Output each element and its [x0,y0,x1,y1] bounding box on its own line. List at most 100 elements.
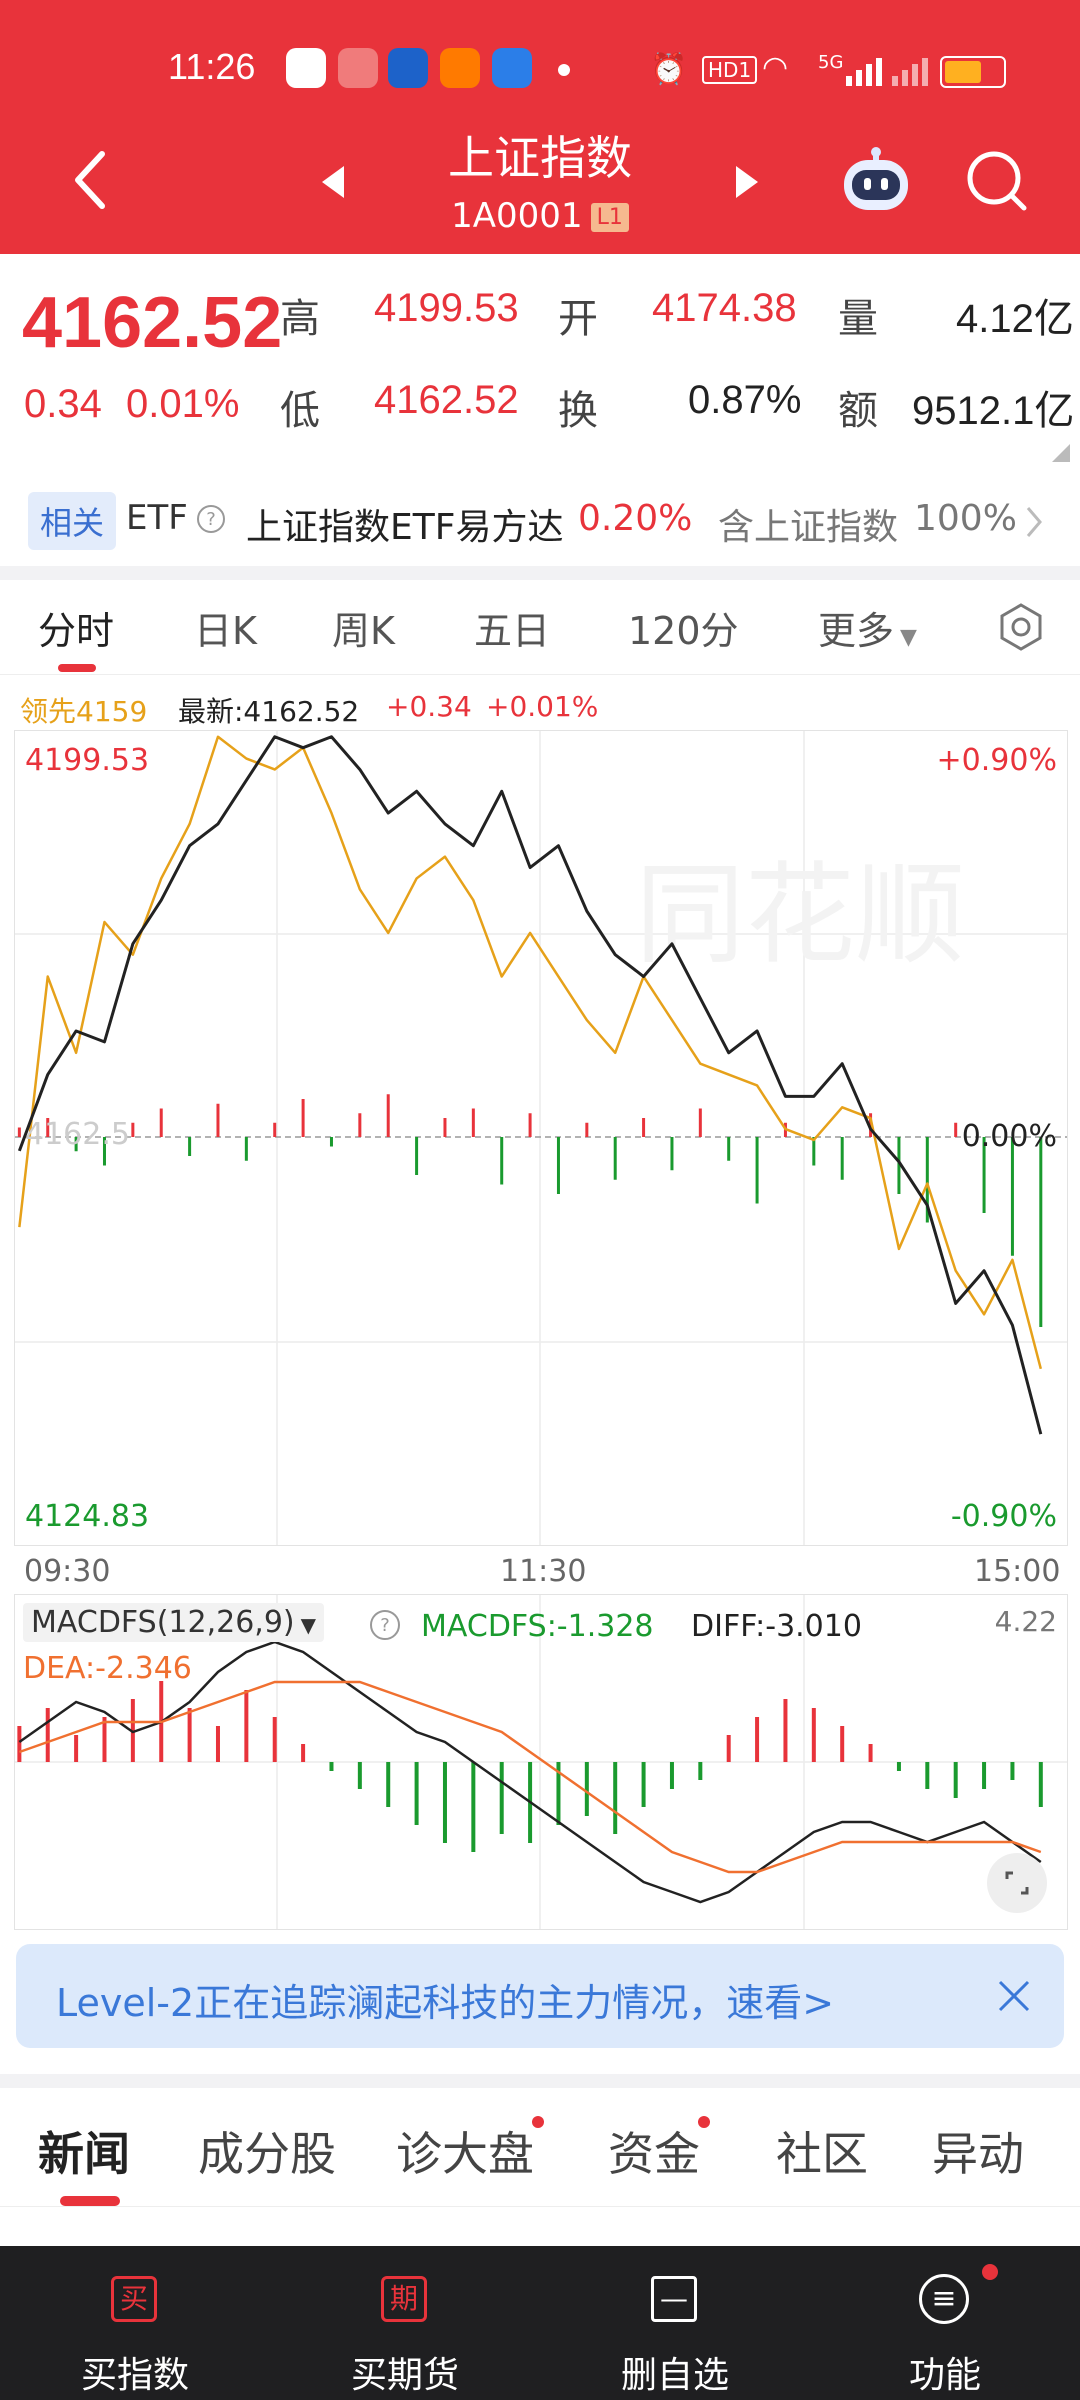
etf-label: ETF [126,498,188,538]
x-axis-label-close: 15:00 [974,1554,1061,1589]
tab-daily-k[interactable]: 日K [194,600,257,655]
volume-bar [415,1137,419,1175]
buy-futures-button[interactable]: 期 买期货 [270,2246,540,2400]
low-label: 低 [280,388,320,434]
pct-axis-mid-label: 0.00% [961,1119,1057,1154]
macd-bar [1038,1762,1043,1807]
tab-market-diagnosis[interactable]: 诊大盘 [396,2118,534,2184]
svg-text:?: ? [380,1615,390,1636]
macd-max-label: 4.22 [994,1605,1057,1638]
divider [0,2206,1080,2207]
notification-dot [558,64,570,76]
macd-bar [17,1726,22,1762]
status-time: 11:26 [168,46,256,87]
robot-assistant-icon[interactable] [838,142,914,218]
app-icon [388,48,428,88]
fullscreen-icon[interactable] [987,1853,1047,1913]
app-header: 11:26 ⏰ HD1 ◠ 5G 上证指数 1A0001 L1 [0,0,1080,254]
volume-bar [755,1137,759,1204]
intraday-chart[interactable]: 同花顺 4199.53 4162.5 4124.83 +0.90% 0.00% … [14,730,1068,1546]
macd-bar [471,1762,476,1852]
tab-movements[interactable]: 异动 [932,2118,1024,2184]
dea-value: DEA:-2.346 [23,1651,192,1686]
chevron-right-icon[interactable] [1024,504,1044,540]
bottom-nav: 买 买指数 期 买期货 — 删自选 ≡ 功能 [0,2246,1080,2400]
tab-community[interactable]: 社区 [776,2118,868,2184]
macd-bar [244,1690,249,1762]
related-etf-bar[interactable]: 相关 ETF ? 上证指数ETF易方达 0.20% 含上证指数 100% [0,474,1080,570]
signal-icon [846,56,882,86]
y-axis-top-label: 4199.53 [25,743,150,778]
pct-axis-top-label: +0.90% [936,743,1057,778]
volume-bar [812,1137,816,1166]
tab-active-indicator [58,664,96,672]
divider [0,2074,1080,2088]
volume-value: 4.12亿 [956,297,1074,341]
latest-value: 最新:4162.52 [178,695,360,728]
divider [0,566,1080,580]
functions-label: 功能 [908,2355,981,2396]
next-index-icon[interactable] [732,164,762,200]
alarm-icon: ⏰ [650,52,688,87]
badge-dot [698,2116,710,2128]
tab-funds[interactable]: 资金 [608,2118,700,2184]
buy-futures-label: 买期货 [350,2355,459,2396]
close-icon[interactable] [994,1976,1034,2016]
signal-icon-2 [892,56,928,86]
macd-chart[interactable]: MACDFS(12,26,9) ▼ ? MACDFS:-1.328 DIFF:-3… [14,1594,1068,1930]
chart-settings-icon[interactable] [996,602,1046,652]
search-icon[interactable] [962,146,1032,216]
volume-bar [216,1103,220,1137]
price-change: 0.34 [24,382,102,426]
volume-bar [670,1137,674,1171]
high-value: 4199.53 [374,286,519,330]
page-title: 上证指数 [448,131,632,185]
macd-bar [669,1762,674,1789]
tab-constituents[interactable]: 成分股 [198,2118,336,2184]
expand-corner-icon[interactable] [1052,444,1070,462]
macd-bar [45,1708,50,1762]
macd-bar [442,1762,447,1843]
level-badge: L1 [590,203,629,232]
svg-text:?: ? [206,509,216,530]
level2-banner[interactable]: Level-2正在追踪澜起科技的主力情况，速看> [16,1944,1064,2048]
etf-name: 上证指数ETF易方达 [246,507,564,548]
volume-bar [17,1127,21,1137]
functions-button[interactable]: ≡ 功能 [810,2246,1080,2400]
volume-bar [1010,1137,1014,1256]
hd-icon: HD1 [702,56,758,84]
macd-bar [301,1744,306,1762]
tab-more[interactable]: 更多 ▼ [818,600,917,655]
remove-watchlist-label: 删自选 [620,2355,729,2396]
tab-intraday[interactable]: 分时 [38,600,114,655]
amount-label: 额 [838,388,878,434]
badge-dot [532,2116,544,2128]
turnover-value: 0.87% [688,378,802,422]
volume-bar [131,1122,135,1137]
tab-five-day[interactable]: 五日 [474,600,550,655]
leader-value: 领先4159 [20,695,148,728]
help-icon[interactable]: ? [196,504,226,534]
x-axis-label-open: 09:30 [24,1554,111,1589]
index-code: 1A0001 L1 [0,196,1080,236]
macd-bar [357,1762,362,1789]
volume-label: 量 [838,296,878,342]
price-line [17,735,1043,1435]
macd-bar [613,1762,618,1834]
diff-value: DIFF:-3.010 [691,1609,862,1644]
tab-120min[interactable]: 120分 [628,600,739,655]
leader-line [18,735,1043,1370]
macd-bar [499,1762,504,1834]
macd-selector[interactable]: MACDFS(12,26,9) ▼ [23,1603,325,1642]
volume-bar [613,1137,617,1180]
dropdown-icon: ▼ [300,1613,317,1637]
volume-bar [698,1108,702,1137]
remove-watchlist-button[interactable]: — 删自选 [540,2246,810,2400]
battery-icon [940,56,1006,88]
macd-bar [187,1708,192,1762]
y-axis-bottom-label: 4124.83 [25,1499,150,1534]
help-icon[interactable]: ? [369,1609,401,1641]
tab-news[interactable]: 新闻 [38,2118,130,2184]
buy-index-button[interactable]: 买 买指数 [0,2246,270,2400]
tab-weekly-k[interactable]: 周K [332,600,395,655]
